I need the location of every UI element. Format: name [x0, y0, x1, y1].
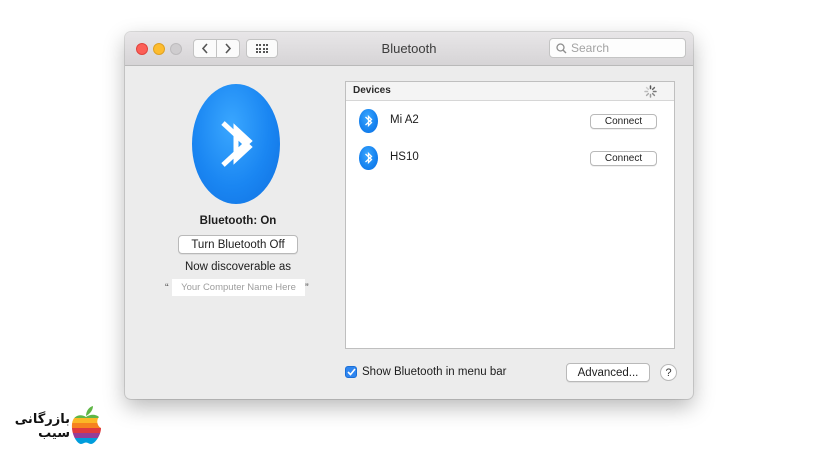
devices-header: Devices [346, 82, 674, 101]
show-in-menu-bar-label: Show Bluetooth in menu bar [362, 366, 507, 378]
devices-list: Devices Mi A2 Connect HS10 Connect [345, 81, 675, 349]
open-quote: “ [165, 282, 169, 294]
close-quote: ” [305, 282, 309, 294]
titlebar: Bluetooth Search [125, 32, 693, 66]
checkmark-icon [346, 368, 356, 376]
device-row[interactable]: HS10 Connect [346, 140, 674, 174]
discoverable-label: Now discoverable as [184, 261, 292, 273]
computer-name-field[interactable]: Your Computer Name Here [172, 279, 305, 296]
watermark-text-line1: بازرگانی [14, 411, 70, 426]
device-row[interactable]: Mi A2 Connect [346, 103, 674, 137]
turn-bluetooth-off-button[interactable]: Turn Bluetooth Off [178, 235, 298, 254]
bluetooth-icon [359, 109, 378, 133]
connect-button[interactable]: Connect [590, 151, 657, 166]
advanced-button[interactable]: Advanced... [566, 363, 650, 382]
search-placeholder: Search [571, 41, 610, 55]
bluetooth-icon [359, 146, 378, 170]
show-in-menu-bar-option[interactable]: Show Bluetooth in menu bar [345, 366, 506, 378]
bluetooth-status-label: Bluetooth: On [199, 215, 277, 227]
apple-logo-icon [71, 406, 101, 444]
watermark-text: بازرگانی سیب [14, 412, 70, 440]
device-name: HS10 [390, 151, 419, 163]
help-button[interactable]: ? [660, 364, 677, 381]
search-icon [556, 42, 567, 53]
device-name: Mi A2 [390, 114, 419, 126]
watermark-logo: بازرگانی سیب [14, 404, 106, 450]
spinner-icon [644, 85, 657, 98]
search-field[interactable]: Search [549, 38, 686, 58]
show-in-menu-bar-checkbox[interactable] [345, 366, 357, 378]
connect-button[interactable]: Connect [590, 114, 657, 129]
watermark-text-line2: سیب [38, 425, 70, 440]
bluetooth-preferences-window: Bluetooth Search Bluetooth: On Turn Blue… [125, 32, 693, 399]
bluetooth-logo-icon [192, 84, 280, 204]
devices-header-label: Devices [353, 85, 391, 96]
